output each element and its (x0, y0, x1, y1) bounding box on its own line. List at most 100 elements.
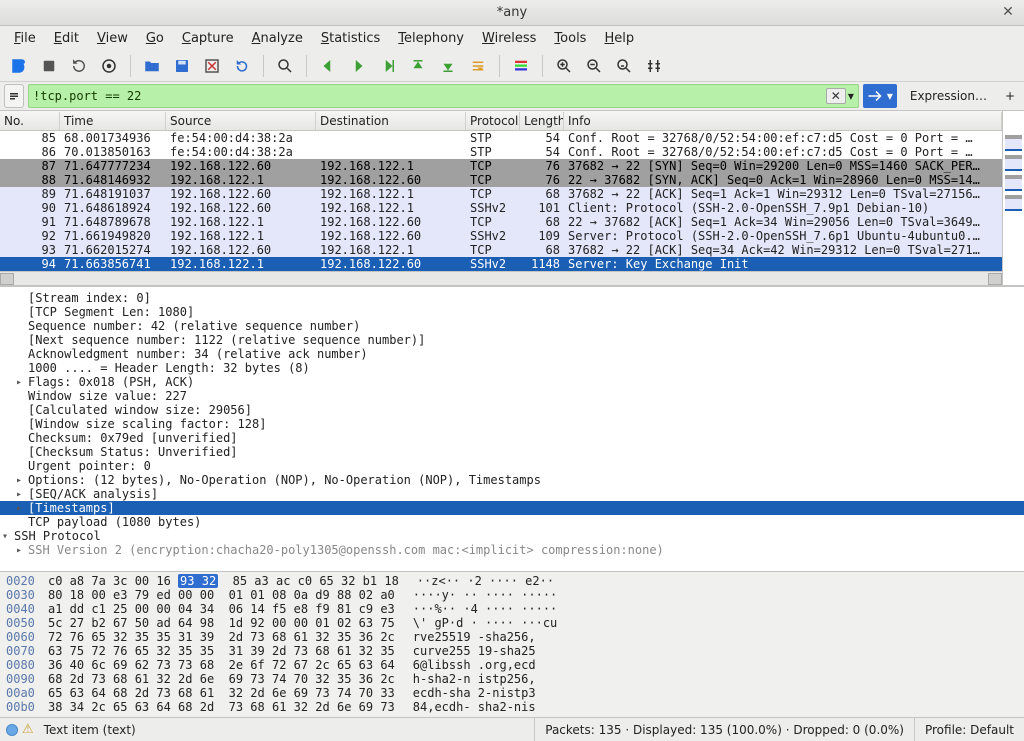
tree-line[interactable]: [Checksum Status: Unverified] (0, 445, 1024, 459)
column-header-len[interactable]: Length (520, 112, 564, 130)
column-header-src[interactable]: Source (166, 112, 316, 130)
tree-line[interactable]: SSH Protocol (0, 529, 1024, 543)
go-forward-button[interactable] (345, 53, 371, 79)
expression-button[interactable]: Expression… (901, 84, 996, 108)
tree-line[interactable]: Sequence number: 42 (relative sequence n… (0, 319, 1024, 333)
go-last-button[interactable] (435, 53, 461, 79)
packet-list-body[interactable]: 8568.001734936fe:54:00:d4:38:2aSTP54Conf… (0, 131, 1002, 271)
save-file-button[interactable] (169, 53, 195, 79)
colorize-button[interactable] (508, 53, 534, 79)
tree-line[interactable]: [Timestamps] (0, 501, 1024, 515)
status-right[interactable]: Profile: Default (915, 718, 1024, 741)
packet-row[interactable]: 9171.648789678192.168.122.1192.168.122.6… (0, 215, 1002, 229)
column-header-time[interactable]: Time (60, 112, 166, 130)
tree-line[interactable]: [TCP Segment Len: 1080] (0, 305, 1024, 319)
menu-file[interactable]: File (6, 28, 44, 49)
zoom-out-button[interactable] (581, 53, 607, 79)
packet-row[interactable]: 9271.661949820192.168.122.1192.168.122.6… (0, 229, 1002, 243)
expander-icon[interactable] (14, 374, 24, 390)
expert-info-led[interactable] (6, 724, 18, 736)
filter-bookmark-button[interactable] (4, 84, 24, 108)
tree-line[interactable]: [Next sequence number: 1122 (relative se… (0, 333, 1024, 347)
column-header-proto[interactable]: Protocol (466, 112, 520, 130)
tree-line[interactable]: [Stream index: 0] (0, 291, 1024, 305)
filter-clear-button[interactable]: ✕ (826, 88, 846, 104)
menu-wireless[interactable]: Wireless (474, 28, 544, 49)
packet-row[interactable]: 8568.001734936fe:54:00:d4:38:2aSTP54Conf… (0, 131, 1002, 145)
hex-line[interactable]: 006072 76 65 32 35 35 31 39 2d 73 68 61 … (6, 630, 1018, 644)
expander-icon[interactable] (14, 500, 24, 516)
open-file-button[interactable] (139, 53, 165, 79)
expander-icon[interactable] (0, 528, 10, 544)
filter-dropdown-icon[interactable]: ▾ (848, 89, 854, 103)
packet-row[interactable]: 9071.648618924192.168.122.60192.168.122.… (0, 201, 1002, 215)
go-to-packet-button[interactable] (375, 53, 401, 79)
start-capture-button[interactable] (6, 53, 32, 79)
hex-line[interactable]: 00b038 34 2c 65 63 64 68 2d 73 68 61 32 … (6, 700, 1018, 714)
tree-line[interactable]: Urgent pointer: 0 (0, 459, 1024, 473)
tree-line[interactable]: Checksum: 0x79ed [unverified] (0, 431, 1024, 445)
packet-row[interactable]: 8971.648191037192.168.122.60192.168.122.… (0, 187, 1002, 201)
warnings-icon[interactable]: ⚠ (22, 722, 34, 737)
hex-line[interactable]: 0040a1 dd c1 25 00 00 04 34 06 14 f5 e8 … (6, 602, 1018, 616)
find-packet-button[interactable] (272, 53, 298, 79)
restart-capture-button[interactable] (66, 53, 92, 79)
zoom-in-button[interactable] (551, 53, 577, 79)
resize-columns-button[interactable] (641, 53, 667, 79)
packet-row[interactable]: 8670.013850163fe:54:00:d4:38:2aSTP54Conf… (0, 145, 1002, 159)
stop-capture-button[interactable] (36, 53, 62, 79)
hex-line[interactable]: 00a065 63 64 68 2d 73 68 61 32 2d 6e 69 … (6, 686, 1018, 700)
packet-details-pane[interactable]: [Stream index: 0][TCP Segment Len: 1080]… (0, 286, 1024, 571)
packet-list-scrollbar[interactable] (0, 271, 1002, 285)
scroll-left-icon[interactable] (0, 273, 14, 285)
go-back-button[interactable] (315, 53, 341, 79)
menu-telephony[interactable]: Telephony (390, 28, 472, 49)
column-header-info[interactable]: Info (564, 112, 1002, 130)
hex-line[interactable]: 00505c 27 b2 67 50 ad 64 98 1d 92 00 00 … (6, 616, 1018, 630)
menu-go[interactable]: Go (138, 28, 172, 49)
zoom-reset-button[interactable] (611, 53, 637, 79)
packet-row[interactable]: 9371.662015274192.168.122.60192.168.122.… (0, 243, 1002, 257)
tree-line[interactable]: Flags: 0x018 (PSH, ACK) (0, 375, 1024, 389)
column-header-dst[interactable]: Destination (316, 112, 466, 130)
tree-line[interactable]: TCP payload (1080 bytes) (0, 515, 1024, 529)
expander-icon[interactable] (14, 542, 24, 558)
tree-line[interactable]: [SEQ/ACK analysis] (0, 487, 1024, 501)
tree-line[interactable]: [Window size scaling factor: 128] (0, 417, 1024, 431)
hex-line[interactable]: 003080 18 00 e3 79 ed 00 00 01 01 08 0a … (6, 588, 1018, 602)
hex-line[interactable]: 009068 2d 73 68 61 32 2d 6e 69 73 74 70 … (6, 672, 1018, 686)
capture-options-button[interactable] (96, 53, 122, 79)
hex-line[interactable]: 0020c0 a8 7a 3c 00 16 93 32 85 a3 ac c0 … (6, 574, 1018, 588)
auto-scroll-button[interactable] (465, 53, 491, 79)
menu-statistics[interactable]: Statistics (313, 28, 388, 49)
scroll-right-icon[interactable] (988, 273, 1002, 285)
window-close-button[interactable]: ✕ (1000, 4, 1016, 20)
display-filter-input[interactable] (33, 89, 824, 103)
packet-row[interactable]: 8871.648146932192.168.122.1192.168.122.6… (0, 173, 1002, 187)
menu-tools[interactable]: Tools (546, 28, 594, 49)
tree-line[interactable]: Window size value: 227 (0, 389, 1024, 403)
packet-list-header[interactable]: No. Time Source Destination Protocol Len… (0, 111, 1002, 131)
packet-row[interactable]: 8771.647777234192.168.122.60192.168.122.… (0, 159, 1002, 173)
packet-bytes-pane[interactable]: 0020c0 a8 7a 3c 00 16 93 32 85 a3 ac c0 … (0, 571, 1024, 717)
reload-file-button[interactable] (229, 53, 255, 79)
tree-line[interactable]: Options: (12 bytes), No-Operation (NOP),… (0, 473, 1024, 487)
packet-row[interactable]: 9471.663856741192.168.122.1192.168.122.6… (0, 257, 1002, 271)
tree-line[interactable]: Acknowledgment number: 34 (relative ack … (0, 347, 1024, 361)
tree-line[interactable]: [Calculated window size: 29056] (0, 403, 1024, 417)
close-file-button[interactable] (199, 53, 225, 79)
menu-view[interactable]: View (89, 28, 136, 49)
menu-edit[interactable]: Edit (46, 28, 87, 49)
hex-line[interactable]: 008036 40 6c 69 62 73 73 68 2e 6f 72 67 … (6, 658, 1018, 672)
menu-capture[interactable]: Capture (174, 28, 242, 49)
filter-apply-button[interactable]: ▾ (863, 84, 897, 108)
go-first-button[interactable] (405, 53, 431, 79)
tree-line[interactable]: 1000 .... = Header Length: 32 bytes (8) (0, 361, 1024, 375)
menu-help[interactable]: Help (596, 28, 642, 49)
packet-minimap[interactable] (1002, 111, 1024, 285)
hex-line[interactable]: 007063 75 72 76 65 32 35 35 31 39 2d 73 … (6, 644, 1018, 658)
menu-analyze[interactable]: Analyze (244, 28, 311, 49)
tree-line[interactable]: SSH Version 2 (encryption:chacha20-poly1… (0, 543, 1024, 557)
column-header-no[interactable]: No. (0, 112, 60, 130)
filter-add-button[interactable]: + (1000, 84, 1020, 108)
